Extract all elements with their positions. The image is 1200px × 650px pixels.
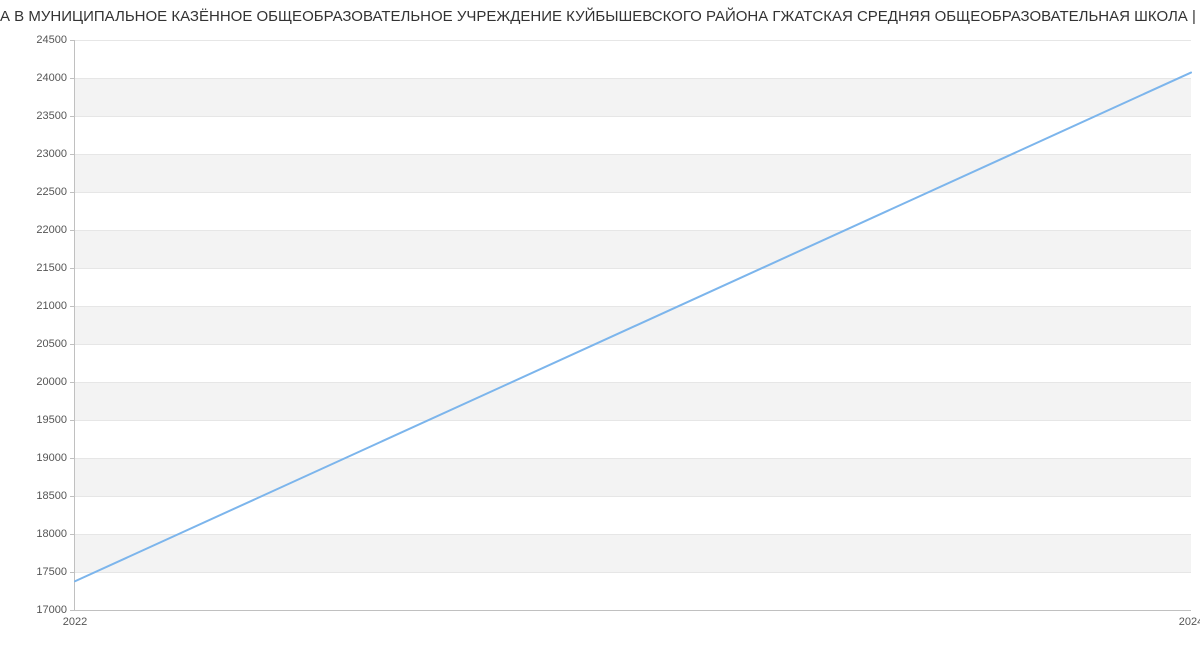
y-tick-mark [70, 534, 75, 535]
y-tick-mark [70, 154, 75, 155]
y-tick-mark [70, 572, 75, 573]
y-tick-label: 20000 [36, 376, 67, 388]
y-tick-mark [70, 382, 75, 383]
y-tick-label: 22000 [36, 224, 67, 236]
y-tick-mark [70, 116, 75, 117]
y-tick-mark [70, 306, 75, 307]
y-tick-label: 17000 [36, 604, 67, 616]
y-tick-mark [70, 230, 75, 231]
y-tick-label: 17500 [36, 566, 67, 578]
y-tick-mark [70, 268, 75, 269]
x-tick-label: 2024 [1179, 616, 1200, 628]
y-tick-label: 19000 [36, 452, 67, 464]
y-tick-label: 24500 [36, 34, 67, 46]
y-tick-label: 19500 [36, 414, 67, 426]
plot-area: 1700017500180001850019000195002000020500… [74, 40, 1191, 611]
y-tick-label: 23500 [36, 110, 67, 122]
y-tick-mark [70, 458, 75, 459]
y-tick-label: 23000 [36, 148, 67, 160]
series-line [75, 40, 1191, 610]
x-tick-label: 2022 [63, 616, 87, 628]
chart-title: А В МУНИЦИПАЛЬНОЕ КАЗЁННОЕ ОБЩЕОБРАЗОВАТ… [0, 8, 1200, 25]
y-tick-mark [70, 78, 75, 79]
y-tick-label: 21500 [36, 262, 67, 274]
y-tick-label: 18500 [36, 490, 67, 502]
y-tick-mark [70, 192, 75, 193]
y-tick-label: 18000 [36, 528, 67, 540]
y-tick-label: 24000 [36, 72, 67, 84]
y-tick-mark [70, 496, 75, 497]
y-tick-mark [70, 344, 75, 345]
y-tick-mark [70, 610, 75, 611]
y-tick-label: 21000 [36, 300, 67, 312]
y-tick-label: 22500 [36, 186, 67, 198]
y-tick-label: 20500 [36, 338, 67, 350]
y-tick-mark [70, 40, 75, 41]
y-tick-mark [70, 420, 75, 421]
